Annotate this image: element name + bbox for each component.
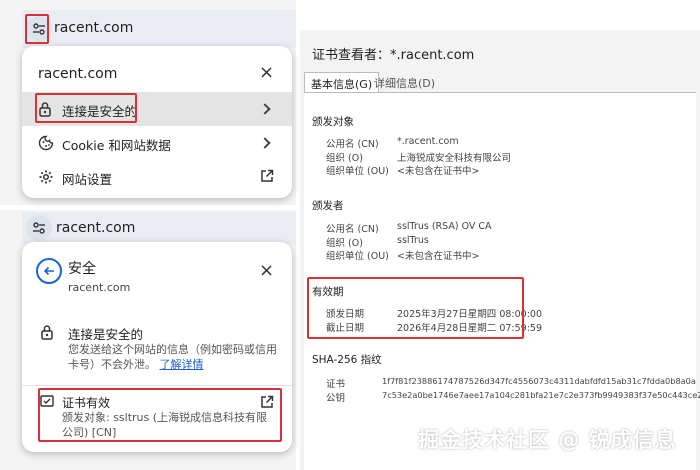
back-arrow-icon[interactable] — [36, 258, 62, 284]
field-label: 组织单位 (OU) — [326, 166, 389, 177]
chevron-right-icon — [259, 103, 271, 115]
field-value: <未包含在证书中> — [397, 166, 480, 177]
field-value: 上海锐成安全科技有限公司 — [397, 153, 512, 164]
open-external-icon — [260, 169, 274, 183]
highlight-certificate-valid — [38, 388, 282, 442]
secure-heading: 连接是安全的 — [68, 327, 144, 342]
close-icon[interactable]: × — [259, 262, 274, 280]
section-issued-by: 颁发者 — [312, 200, 344, 212]
field-label: 公用名 (CN) — [326, 139, 379, 150]
tab-details[interactable]: 详细信息(D) — [368, 72, 441, 92]
field-value: 1f7f81f23886174787526d347fc4556073c4311d… — [382, 376, 696, 386]
close-icon[interactable]: × — [259, 64, 274, 82]
field-label: 公钥 — [326, 393, 346, 404]
lock-icon — [40, 324, 54, 340]
field-value: sslTrus — [397, 235, 429, 246]
chevron-right-icon — [259, 137, 271, 149]
learn-more-link[interactable]: 了解详情 — [160, 358, 204, 371]
menu-item-label: Cookie 和网站数据 — [62, 138, 171, 153]
address-domain: racent.com — [54, 20, 134, 36]
menu-item-site-settings[interactable]: 网站设置 — [22, 160, 292, 194]
gear-icon — [38, 169, 54, 185]
cert-viewer-title: 证书查看者：*.racent.com — [312, 48, 475, 63]
cookie-icon — [38, 135, 54, 151]
field-label: 证书 — [326, 379, 346, 390]
field-value: *.racent.com — [397, 136, 459, 147]
field-label: 公用名 (CN) — [326, 224, 379, 235]
field-value: sslTrus (RSA) OV CA — [397, 221, 492, 232]
popup-title: racent.com — [38, 66, 118, 82]
tune-icon — [33, 222, 45, 234]
menu-item-cookies[interactable]: Cookie 和网站数据 — [22, 126, 292, 160]
highlight-validity — [307, 277, 524, 339]
highlight-site-info-button — [25, 14, 49, 44]
field-label: 组织单位 (OU) — [326, 251, 389, 262]
popup-subtitle: racent.com — [68, 281, 131, 294]
field-label: 组织 (O) — [326, 153, 363, 164]
field-label: 组织 (O) — [326, 238, 363, 249]
section-issued-to: 颁发对象 — [312, 116, 354, 128]
divider — [22, 385, 292, 386]
menu-item-label: 网站设置 — [62, 172, 113, 187]
address-domain: racent.com — [56, 220, 136, 236]
field-value: 7c53e2a0be1746e7aee17a104c281bfa21e7c2e3… — [382, 390, 700, 400]
field-value: <未包含在证书中> — [397, 251, 480, 262]
highlight-connection-secure — [35, 93, 137, 123]
popup-title: 安全 — [68, 261, 96, 277]
section-fingerprints: SHA-256 指纹 — [312, 354, 382, 366]
watermark: 掘金技术社区 @ 锐成信息 — [418, 428, 677, 452]
secure-description: 您发送给这个网站的信息（例如密码或信用卡号）不会外泄。 了解详情 — [68, 342, 278, 372]
site-info-button[interactable] — [26, 215, 52, 241]
